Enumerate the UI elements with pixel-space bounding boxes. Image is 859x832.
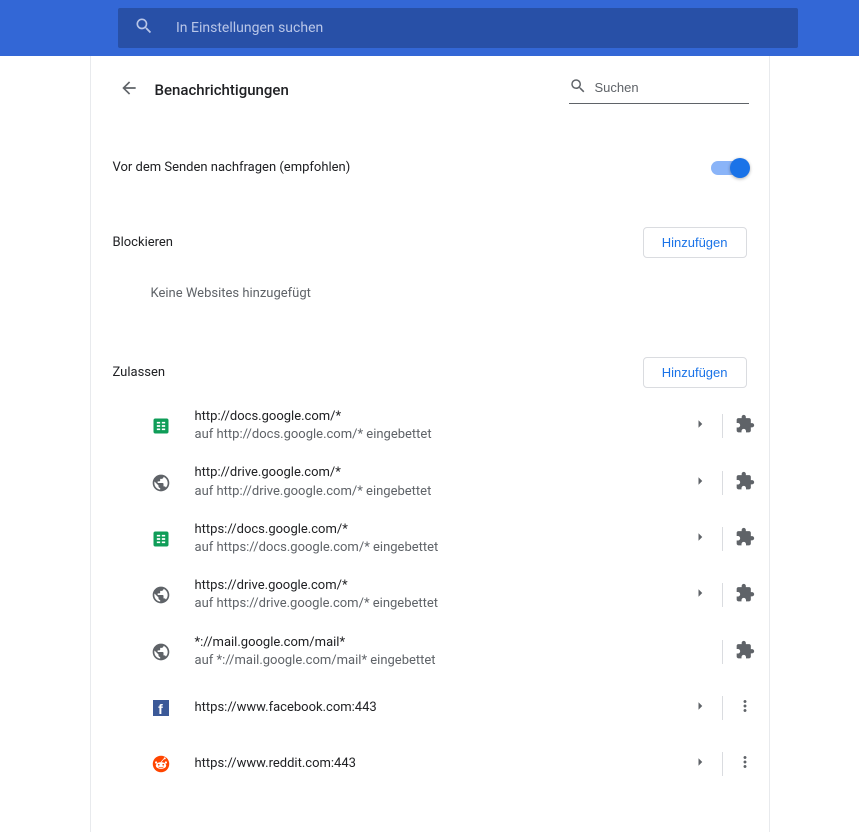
site-url: https://www.facebook.com:443	[195, 699, 682, 717]
extension-icon	[735, 583, 755, 607]
expand-button[interactable]	[682, 521, 718, 557]
settings-panel: Benachrichtigungen Vor dem Senden nachfr…	[90, 56, 770, 832]
global-search[interactable]: In Einstellungen suchen	[118, 8, 798, 48]
search-icon	[569, 77, 595, 99]
back-button[interactable]	[111, 72, 147, 108]
site-url: https://docs.google.com/*	[195, 521, 682, 539]
expand-button[interactable]	[682, 465, 718, 501]
toggle-label: Vor dem Senden nachfragen (empfohlen)	[113, 160, 711, 175]
extension-indicator	[727, 465, 763, 501]
search-icon	[134, 16, 176, 40]
site-row: https://docs.google.com/*auf https://doc…	[91, 511, 769, 567]
chevron-right-icon	[691, 415, 709, 437]
facebook-icon: f	[151, 698, 171, 718]
block-section-header: Blockieren Hinzufügen	[91, 217, 769, 268]
separator	[722, 527, 723, 551]
sheets-icon	[151, 529, 171, 549]
site-info: https://drive.google.com/*auf https://dr…	[195, 577, 682, 613]
expand-button[interactable]	[682, 746, 718, 782]
separator	[722, 752, 723, 776]
globe-icon	[151, 642, 171, 662]
block-add-button[interactable]: Hinzufügen	[643, 227, 747, 258]
allow-add-button[interactable]: Hinzufügen	[643, 357, 747, 388]
row-actions	[682, 746, 763, 782]
ask-before-send-toggle[interactable]	[711, 161, 747, 175]
row-actions	[682, 634, 763, 670]
row-actions	[682, 465, 763, 501]
site-row: https://www.reddit.com:443	[91, 736, 769, 792]
extension-icon	[735, 414, 755, 438]
extension-icon	[735, 527, 755, 551]
extension-indicator	[727, 577, 763, 613]
arrow-left-icon	[119, 78, 139, 102]
section-header: Benachrichtigungen	[91, 56, 769, 116]
block-title: Blockieren	[113, 235, 643, 250]
site-info: *://mail.google.com/mail*auf *://mail.go…	[195, 634, 682, 670]
site-sub: auf http://docs.google.com/* eingebettet	[195, 426, 682, 444]
sheets-icon	[151, 416, 171, 436]
allow-section-header: Zulassen Hinzufügen	[91, 347, 769, 398]
page-title: Benachrichtigungen	[155, 81, 569, 99]
site-row: f https://www.facebook.com:443	[91, 680, 769, 736]
site-info: http://drive.google.com/*auf http://driv…	[195, 464, 682, 500]
row-actions	[682, 690, 763, 726]
site-info: https://docs.google.com/*auf https://doc…	[195, 521, 682, 557]
site-row: https://drive.google.com/*auf https://dr…	[91, 567, 769, 623]
allow-title: Zulassen	[113, 365, 643, 380]
site-url: https://drive.google.com/*	[195, 577, 682, 595]
globe-icon	[151, 473, 171, 493]
more-vert-icon	[736, 697, 754, 719]
chevron-right-icon	[691, 697, 709, 719]
site-info: https://www.reddit.com:443	[195, 755, 682, 773]
more-vert-icon	[736, 753, 754, 775]
row-actions	[682, 577, 763, 613]
extension-icon	[735, 471, 755, 495]
row-actions	[682, 408, 763, 444]
separator	[722, 583, 723, 607]
site-info: https://www.facebook.com:443	[195, 699, 682, 717]
site-url: *://mail.google.com/mail*	[195, 634, 682, 652]
expand-button[interactable]	[682, 690, 718, 726]
local-search-input[interactable]	[595, 80, 749, 95]
allow-list: http://docs.google.com/*auf http://docs.…	[91, 398, 769, 792]
site-row: http://docs.google.com/*auf http://docs.…	[91, 398, 769, 454]
chevron-right-icon	[691, 472, 709, 494]
site-row: http://drive.google.com/*auf http://driv…	[91, 454, 769, 510]
separator	[722, 471, 723, 495]
site-sub: auf *://mail.google.com/mail* eingebette…	[195, 652, 682, 670]
block-empty-text: Keine Websites hinzugefügt	[91, 268, 769, 319]
local-search[interactable]	[569, 77, 749, 104]
separator	[722, 414, 723, 438]
site-sub: auf https://docs.google.com/* eingebette…	[195, 539, 682, 557]
top-bar: In Einstellungen suchen	[0, 0, 859, 56]
site-url: http://drive.google.com/*	[195, 464, 682, 482]
more-actions-button[interactable]	[727, 690, 763, 726]
row-actions	[682, 521, 763, 557]
chevron-right-icon	[691, 753, 709, 775]
more-actions-button[interactable]	[727, 746, 763, 782]
extension-indicator	[727, 634, 763, 670]
chevron-right-icon	[691, 584, 709, 606]
site-sub: auf https://drive.google.com/* eingebett…	[195, 595, 682, 613]
separator	[722, 696, 723, 720]
globe-icon	[151, 585, 171, 605]
site-url: https://www.reddit.com:443	[195, 755, 682, 773]
ask-before-send-row: Vor dem Senden nachfragen (empfohlen)	[91, 146, 769, 189]
extension-indicator	[727, 521, 763, 557]
site-info: http://docs.google.com/*auf http://docs.…	[195, 408, 682, 444]
chevron-right-icon	[691, 528, 709, 550]
expand-button[interactable]	[682, 408, 718, 444]
extension-indicator	[727, 408, 763, 444]
separator	[722, 640, 723, 664]
expand-button[interactable]	[682, 577, 718, 613]
global-search-placeholder: In Einstellungen suchen	[176, 20, 323, 36]
extension-icon	[735, 640, 755, 664]
site-sub: auf http://drive.google.com/* eingebette…	[195, 483, 682, 501]
site-row: *://mail.google.com/mail*auf *://mail.go…	[91, 624, 769, 680]
site-url: http://docs.google.com/*	[195, 408, 682, 426]
